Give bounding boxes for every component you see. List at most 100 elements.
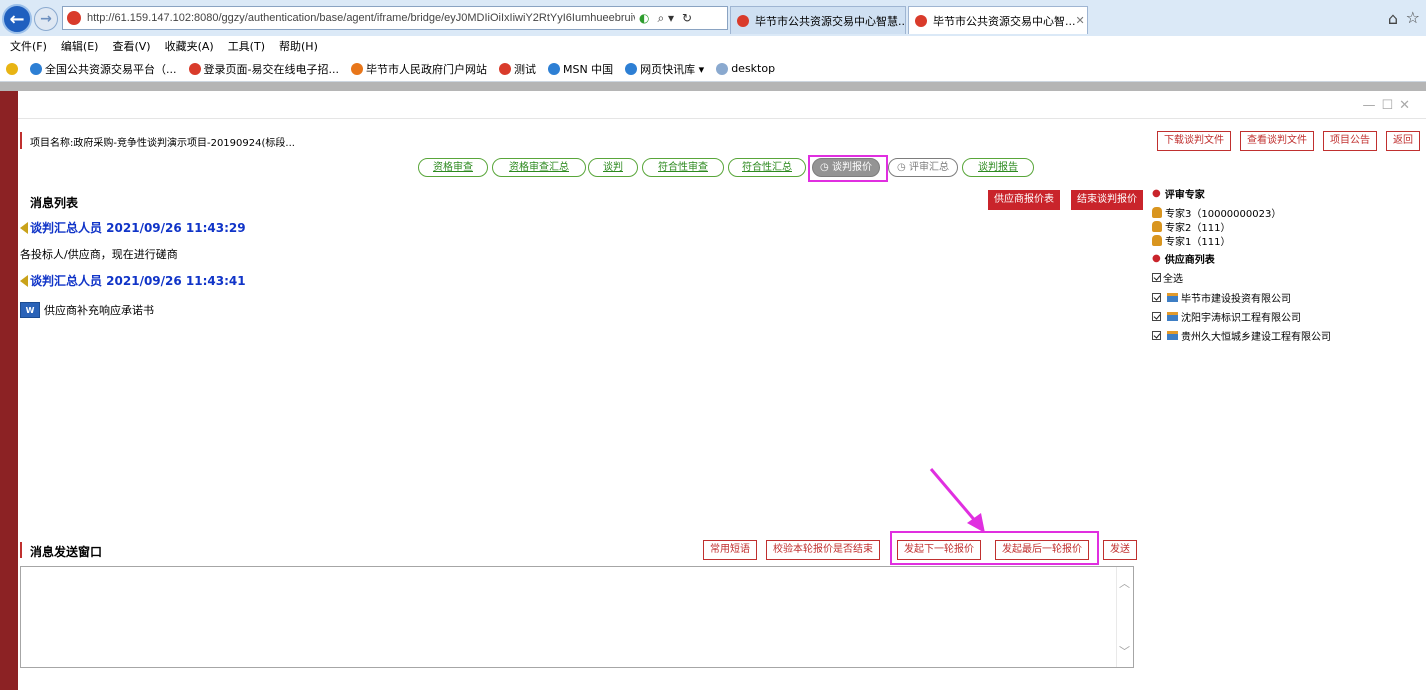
close-icon[interactable]: ✕ [1399, 98, 1416, 113]
menu-file[interactable]: 文件(F) [10, 38, 47, 54]
checkbox-icon[interactable] [1152, 273, 1161, 282]
message-sender: 谈判汇总人员 2021/09/26 11:43:41 [30, 274, 246, 288]
favorite-link[interactable]: 全国公共资源交易平台（... [30, 61, 177, 77]
favorite-label: 登录页面-易交在线电子招... [203, 62, 339, 76]
experts-title: 评审专家 [1164, 190, 1205, 201]
expert-name: 专家2（111） [1165, 223, 1231, 234]
menu-edit[interactable]: 编辑(E) [61, 38, 99, 54]
compat-view-icon[interactable]: ◐ [639, 11, 649, 26]
search-icon[interactable]: ⌕ ▾ [657, 11, 674, 26]
attachment-link[interactable]: W 供应商补充响应承诺书 [20, 302, 154, 318]
favorites-star-icon[interactable]: ☆ [1406, 8, 1420, 27]
back-button[interactable]: 返回 [1386, 131, 1420, 151]
supplier-item[interactable]: 沈阳宇涛标识工程有限公司 [1152, 309, 1301, 324]
select-all-label: 全选 [1163, 274, 1183, 285]
send-button[interactable]: 发送 [1103, 540, 1137, 560]
menu-view[interactable]: 查看(V) [112, 38, 150, 54]
tab-label: 毕节市公共资源交易中心智慧... [755, 14, 906, 28]
arrow-left-icon: ← [9, 8, 25, 30]
favorite-label: 网页快讯库 ▾ [640, 62, 705, 76]
scrollbar[interactable]: ︿ ﹀ [1116, 567, 1133, 667]
bullet-icon: ● [1152, 253, 1161, 264]
send-window-title: 消息发送窗口 [30, 545, 103, 559]
web-slice-icon [625, 62, 638, 75]
favorite-label: 测试 [513, 62, 536, 76]
supplier-quote-table-button[interactable]: 供应商报价表 [988, 190, 1060, 210]
minimize-icon[interactable]: — [1362, 98, 1381, 113]
message-input[interactable]: ︿ ﹀ [20, 566, 1134, 668]
speaker-icon [20, 274, 28, 287]
tab-2-active[interactable]: 毕节市公共资源交易中心智... ✕ [908, 6, 1088, 34]
project-notice-button[interactable]: 项目公告 [1323, 131, 1377, 151]
refresh-icon[interactable]: ↻ [682, 11, 692, 26]
menu-tools[interactable]: 工具(T) [228, 38, 265, 54]
step-negotiation-report[interactable]: 谈判报告 [962, 158, 1034, 177]
forward-button[interactable]: → [34, 7, 58, 31]
favorite-link[interactable]: 毕节市人民政府门户网站 [350, 61, 487, 77]
favorite-label: 全国公共资源交易平台（... [45, 62, 177, 76]
url-text[interactable]: http://61.159.147.102:8080/ggzy/authenti… [87, 12, 635, 24]
supplier-name: 毕节市建设投资有限公司 [1181, 294, 1291, 305]
expert-name: 专家3（10000000023） [1165, 209, 1282, 220]
common-phrases-button[interactable]: 常用短语 [703, 540, 757, 560]
check-round-end-button[interactable]: 校验本轮报价是否结束 [766, 540, 880, 560]
favorite-label: desktop [731, 62, 776, 75]
step-review-summary[interactable]: ◷ 评审汇总 [888, 158, 958, 177]
checkbox-icon[interactable] [1152, 312, 1161, 321]
tab-close-icon[interactable]: ✕ [1076, 14, 1085, 27]
supplier-item[interactable]: 贵州久大恒城乡建设工程有限公司 [1152, 328, 1331, 343]
expert-item: 专家2（111） [1152, 219, 1230, 234]
title-marker [20, 132, 22, 149]
tab-favicon-icon [737, 14, 749, 27]
select-all-checkbox[interactable]: 全选 [1152, 270, 1183, 285]
address-bar[interactable]: http://61.159.147.102:8080/ggzy/authenti… [62, 6, 728, 30]
favorite-link[interactable]: MSN 中国 [547, 61, 613, 77]
browser-titlebar: ← → http://61.159.147.102:8080/ggzy/auth… [0, 0, 1426, 36]
expert-item: 专家3（10000000023） [1152, 205, 1281, 220]
message-sender: 谈判汇总人员 2021/09/26 11:43:29 [30, 221, 246, 235]
word-document-icon: W [20, 302, 40, 318]
view-doc-button[interactable]: 查看谈判文件 [1240, 131, 1314, 151]
favorite-link[interactable]: 测试 [498, 61, 536, 77]
suppliers-heading: ● 供应商列表 [1152, 251, 1215, 266]
favorite-link[interactable]: 登录页面-易交在线电子招... [188, 61, 339, 77]
download-doc-button[interactable]: 下载谈判文件 [1157, 131, 1231, 151]
expert-item: 专家1（111） [1152, 233, 1230, 248]
person-icon [1152, 221, 1162, 232]
speaker-icon [20, 221, 28, 234]
chevron-down-icon[interactable]: ﹀ [1119, 643, 1130, 659]
step-compliance-summary[interactable]: 符合性汇总 [728, 158, 806, 177]
suppliers-title: 供应商列表 [1164, 255, 1215, 266]
favorites-bar: 全国公共资源交易平台（... 登录页面-易交在线电子招... 毕节市人民政府门户… [0, 56, 1426, 82]
back-button[interactable]: ← [2, 4, 32, 34]
tab-label: 毕节市公共资源交易中心智... [933, 14, 1076, 28]
home-icon[interactable]: ⌂ [1388, 9, 1398, 28]
title-marker [20, 542, 22, 558]
tab-1[interactable]: 毕节市公共资源交易中心智慧... [730, 6, 906, 34]
menu-bar: 文件(F) 编辑(E) 查看(V) 收藏夹(A) 工具(T) 帮助(H) [0, 36, 1426, 56]
menu-help[interactable]: 帮助(H) [279, 38, 318, 54]
frame-top-bar [0, 82, 1426, 91]
site-favicon-icon [67, 11, 81, 25]
favorite-link[interactable]: 网页快讯库 ▾ [625, 61, 704, 77]
menu-favorites[interactable]: 收藏夹(A) [165, 38, 214, 54]
checkbox-icon[interactable] [1152, 331, 1161, 340]
message-header: 谈判汇总人员 2021/09/26 11:43:41 [20, 272, 246, 289]
chevron-up-icon[interactable]: ︿ [1119, 575, 1130, 591]
step-qualification[interactable]: 资格审查 [418, 158, 488, 177]
step-qualification-summary[interactable]: 资格审查汇总 [492, 158, 586, 177]
favorite-link[interactable]: desktop [716, 62, 775, 75]
step-negotiation[interactable]: 谈判 [588, 158, 638, 177]
step-label: 评审汇总 [908, 162, 949, 173]
checkbox-icon[interactable] [1152, 293, 1161, 302]
tab-favicon-icon [915, 14, 927, 27]
annotation-arrow-icon [929, 468, 985, 533]
favorites-add[interactable] [6, 62, 18, 75]
maximize-icon[interactable]: ☐ [1381, 98, 1399, 113]
step-compliance[interactable]: 符合性审查 [642, 158, 724, 177]
highlight-box-round-buttons [890, 531, 1099, 565]
end-negotiation-quote-button[interactable]: 结束谈判报价 [1071, 190, 1143, 210]
supplier-item[interactable]: 毕节市建设投资有限公司 [1152, 290, 1291, 305]
ie-icon [30, 62, 42, 75]
bullet-icon: ● [1152, 188, 1161, 199]
